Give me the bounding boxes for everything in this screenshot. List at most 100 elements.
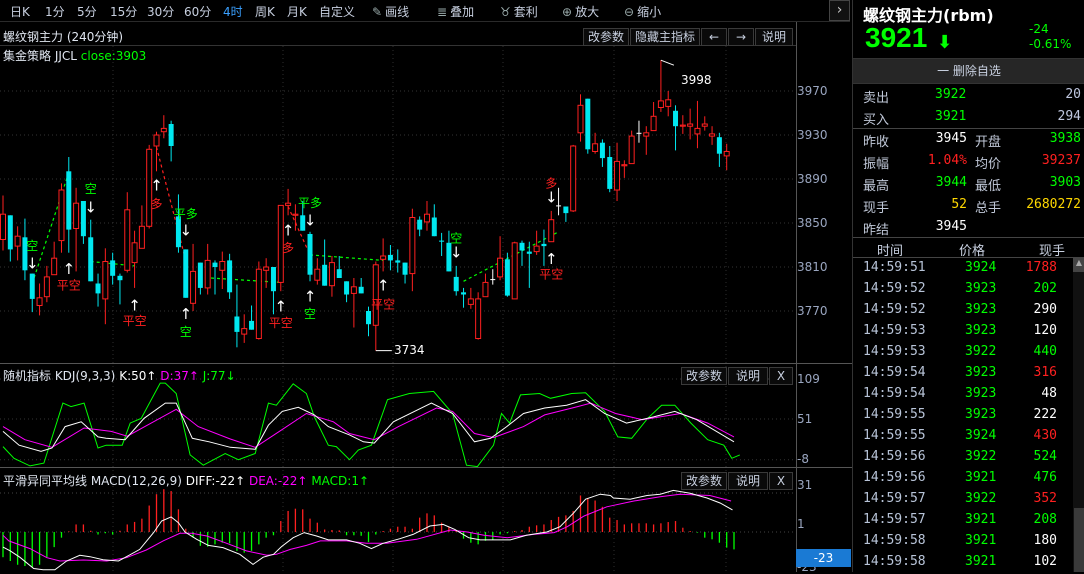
stat-label: 振幅 (863, 157, 890, 172)
candle-body-up (482, 281, 489, 298)
candle-body-up (350, 286, 357, 294)
tick-price: 3922 (965, 491, 997, 506)
macd-close-button[interactable]: X (769, 472, 793, 490)
ask-label: 卖出 (863, 91, 890, 106)
candle-body-down (234, 316, 240, 332)
candle-body-down (358, 286, 364, 294)
candle-body-down (336, 269, 342, 278)
candle-body-up (372, 264, 379, 326)
down-arrow-icon: ↓ (26, 255, 39, 273)
tick-price: 3922 (965, 449, 997, 464)
scroll-up-button[interactable]: ▲ (1073, 258, 1084, 272)
candle-body-down (395, 260, 401, 263)
kdj-axis-label: 51 (797, 412, 813, 426)
last-price: 3921 (865, 22, 928, 53)
tick-volume: 524 (1033, 449, 1057, 464)
quote-panel: 螺纹钢主力(rbm) 3921 ⬇ -24 -0.61% 一 删除自选 卖出 3… (852, 0, 1084, 572)
kdj-help-button[interactable]: 说明 (728, 367, 768, 385)
candle-body-down (402, 262, 408, 275)
candle-body-down (117, 275, 123, 281)
candle-body-up (255, 268, 262, 340)
macd-title: 平滑异同平均线 MACD(12,26,9) (3, 474, 182, 488)
candle-body-up (43, 276, 50, 298)
help-button[interactable]: 说明 (755, 28, 793, 46)
tick-row: 14:59:56 3921 476 (853, 468, 1073, 489)
kdj-params-button[interactable]: 改参数 (681, 367, 727, 385)
candle-body-down (95, 283, 101, 294)
candle-body-down (88, 237, 94, 282)
candle-body-up (131, 242, 138, 264)
bid-label: 买入 (863, 113, 890, 128)
scrollbar-thumb[interactable] (1074, 508, 1084, 572)
tick-time: 14:59:56 (863, 470, 926, 485)
next-arrow-button[interactable]: → (728, 28, 754, 46)
price-axis-label: 3850 (797, 216, 828, 230)
down-arrow-icon: ↓ (450, 244, 463, 262)
tick-volume: 102 (1033, 554, 1057, 569)
tick-price: 3923 (965, 281, 997, 296)
strategy-close-value: close:3903 (80, 49, 147, 63)
change-params-button[interactable]: 改参数 (583, 28, 629, 46)
tick-price: 3923 (965, 323, 997, 338)
candle-body-up (58, 189, 65, 242)
candle-body-up (0, 213, 6, 240)
tick-row: 14:59:53 3922 440 (853, 342, 1073, 363)
strategy-signal-label: 空 (450, 231, 462, 245)
tick-volume: 290 (1033, 302, 1057, 317)
macd-axis-label: 1 (797, 517, 805, 531)
tick-price: 3924 (965, 260, 997, 275)
up-arrow-icon: ↑ (179, 305, 192, 323)
candle-body-down (249, 320, 255, 330)
stat-label: 最低 (975, 179, 1002, 194)
tick-price: 3921 (965, 512, 997, 527)
kdj-close-button[interactable]: X (769, 367, 793, 385)
candle-body-down (387, 254, 393, 261)
stat-value: 39237 (1041, 153, 1081, 168)
candle-body-down (270, 267, 276, 292)
kdj-axis-label: -8 (797, 452, 809, 466)
candle-body-down (526, 251, 532, 254)
remove-watchlist-button[interactable]: 一 删除自选 (853, 58, 1084, 84)
hide-main-indicator-button[interactable]: 隐藏主指标 (630, 28, 700, 46)
macd-help-button[interactable]: 说明 (728, 472, 768, 490)
prev-arrow-button[interactable]: ← (701, 28, 727, 46)
tick-price: 3921 (965, 470, 997, 485)
candle-body-down (599, 142, 605, 159)
kdj-k-value: K:50↑ (119, 369, 157, 383)
stat-label: 总手 (975, 201, 1002, 216)
candle-body-up (160, 127, 167, 133)
up-arrow-icon: ↑ (128, 296, 141, 314)
tick-time: 14:59:57 (863, 491, 926, 506)
tick-time: 14:59:56 (863, 449, 926, 464)
candle-body-up (219, 261, 226, 271)
tick-row: 14:59:57 3922 352 (853, 489, 1073, 510)
price-axis-label: 3970 (797, 84, 828, 98)
tick-time: 14:59:54 (863, 365, 926, 380)
candle-body-up (548, 219, 555, 243)
candle-body-down (607, 157, 613, 189)
tick-time: 14:59:53 (863, 323, 926, 338)
strategy-signal-label: 平空 (57, 279, 81, 293)
candle-body-up (570, 145, 577, 212)
price-axis-label: 3770 (797, 304, 828, 318)
candle-body-up (51, 257, 58, 276)
tick-row: 14:59:56 3922 524 (853, 447, 1073, 468)
candle-body-up (511, 242, 518, 300)
tick-volume: 222 (1033, 407, 1057, 422)
kdj-j-value: J:77↓ (202, 369, 236, 383)
tick-list-scrollbar[interactable]: ▲ (1073, 258, 1084, 572)
tick-volume: 430 (1033, 428, 1057, 443)
stat-label: 现手 (863, 201, 890, 216)
strategy-name: 集金策略 JJCL (3, 49, 77, 63)
tick-volume: 202 (1033, 281, 1057, 296)
tick-row: 14:59:52 3923 202 (853, 279, 1073, 300)
kdj-d-line (2, 402, 735, 448)
stat-value: 3945 (935, 219, 967, 234)
candle-body-down (183, 249, 189, 298)
candle-body-down (227, 260, 233, 293)
candle-body-up (263, 266, 270, 271)
stat-label: 开盘 (975, 135, 1002, 150)
macd-params-button[interactable]: 改参数 (681, 472, 727, 490)
macd-axis-label: 31 (797, 478, 813, 492)
tick-price: 3923 (965, 302, 997, 317)
